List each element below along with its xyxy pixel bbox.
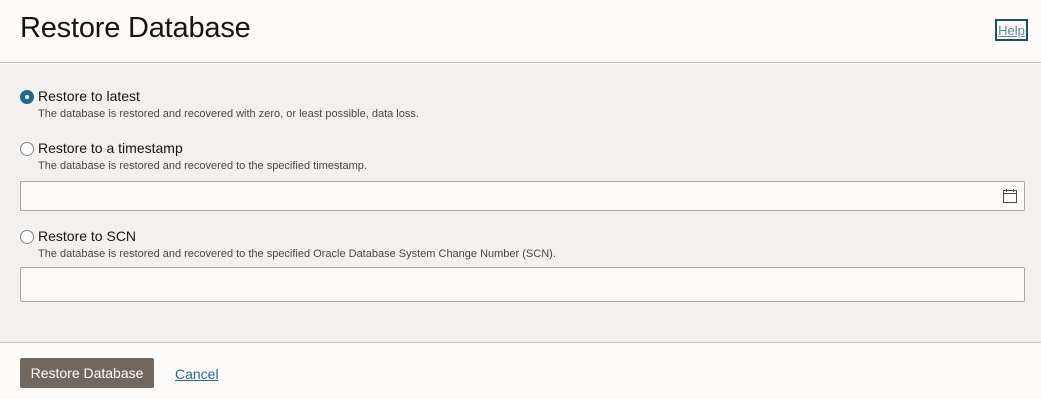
scn-input[interactable] bbox=[21, 268, 1024, 301]
radio-restore-timestamp[interactable] bbox=[20, 142, 34, 156]
timestamp-field[interactable] bbox=[20, 181, 1025, 211]
calendar-icon[interactable] bbox=[1002, 188, 1018, 204]
restore-options-panel: Restore to latest The database is restor… bbox=[0, 64, 1041, 343]
page-title: Restore Database bbox=[20, 12, 251, 44]
option-label: Restore to SCN bbox=[38, 228, 137, 244]
scn-field[interactable] bbox=[20, 267, 1025, 302]
page-header: Restore Database Help bbox=[0, 0, 1041, 63]
option-description: The database is restored and recovered t… bbox=[38, 248, 556, 260]
option-description: The database is restored and recovered w… bbox=[38, 108, 419, 120]
page-footer: Restore Database Cancel bbox=[0, 344, 1041, 399]
radio-restore-scn[interactable] bbox=[20, 230, 34, 244]
cancel-link[interactable]: Cancel bbox=[175, 366, 219, 382]
radio-restore-latest[interactable] bbox=[20, 90, 34, 104]
option-label: Restore to a timestamp bbox=[38, 140, 183, 156]
restore-database-button[interactable]: Restore Database bbox=[20, 358, 154, 388]
help-link[interactable]: Help bbox=[995, 19, 1028, 41]
option-description: The database is restored and recovered t… bbox=[38, 160, 367, 172]
option-label: Restore to latest bbox=[38, 88, 140, 104]
timestamp-input[interactable] bbox=[21, 182, 1024, 210]
